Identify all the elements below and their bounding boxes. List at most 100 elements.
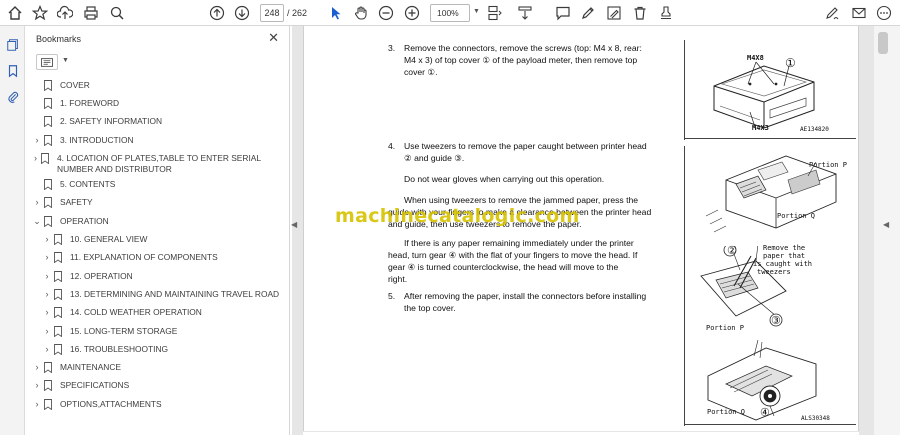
bookmark-item[interactable]: ⌄ OPERATION bbox=[32, 216, 282, 227]
email-icon[interactable] bbox=[849, 3, 869, 23]
bookmark-item[interactable]: › 12. OPERATION bbox=[42, 271, 282, 282]
fig4-callout-4: ④ bbox=[760, 406, 770, 419]
pen-icon[interactable] bbox=[578, 3, 598, 23]
bookmark-label: 5. CONTENTS bbox=[60, 179, 116, 189]
bookmark-flag-icon bbox=[44, 116, 52, 127]
bookmark-label: 15. LONG-TERM STORAGE bbox=[70, 326, 178, 336]
page-down-icon[interactable] bbox=[232, 3, 252, 23]
figure-border bbox=[684, 424, 856, 425]
fig3-note-line: paper that bbox=[763, 252, 806, 260]
chevron-down-icon[interactable]: ⌄ bbox=[32, 216, 42, 227]
fig4-portion-q-label: Portion Q bbox=[707, 408, 745, 416]
bookmark-label: 16. TROUBLESHOOTING bbox=[70, 344, 169, 354]
trash-icon[interactable] bbox=[630, 3, 650, 23]
scrollbar-thumb[interactable] bbox=[878, 32, 888, 54]
comment-icon[interactable] bbox=[553, 3, 573, 23]
step3-text-line: Remove the connectors, remove the screws… bbox=[404, 43, 642, 53]
chevron-right-icon[interactable]: › bbox=[42, 289, 52, 300]
bookmark-flag-icon bbox=[44, 135, 52, 146]
collapse-panel-icon[interactable]: ◀ bbox=[291, 220, 297, 229]
bookmark-label: 3. INTRODUCTION bbox=[60, 135, 134, 145]
page-layout-icon[interactable] bbox=[484, 3, 504, 23]
bookmark-item[interactable]: › 3. INTRODUCTION bbox=[32, 135, 282, 146]
bookmark-label: 13. DETERMINING AND MAINTAINING TRAVEL R… bbox=[70, 289, 280, 299]
bookmark-item[interactable]: › 14. COLD WEATHER OPERATION bbox=[42, 307, 282, 318]
attachment-icon[interactable] bbox=[4, 88, 21, 105]
bookmarks-panel: Bookmarks ✕ ▼ COVER 1. FOREWORD 2. SAFETY … bbox=[26, 26, 290, 435]
chevron-right-icon[interactable]: › bbox=[32, 153, 39, 164]
stamp-icon[interactable] bbox=[656, 3, 676, 23]
bookmark-item[interactable]: › 11. EXPLANATION OF COMPONENTS bbox=[42, 252, 282, 263]
step3-text-line: cover ①. bbox=[404, 67, 438, 77]
zoom-out-icon[interactable] bbox=[376, 3, 396, 23]
zoom-in-icon[interactable] bbox=[402, 3, 422, 23]
fig3-note-line: is caught with bbox=[753, 260, 813, 268]
fig1-code: AE134820 bbox=[800, 126, 829, 133]
scroll-mode-icon[interactable] bbox=[515, 3, 535, 23]
hand-tool-icon[interactable] bbox=[351, 3, 371, 23]
paragraph-line: If there is any paper remaining immediat… bbox=[404, 238, 634, 248]
zoom-level-select[interactable]: 100% bbox=[430, 4, 470, 22]
chevron-right-icon[interactable]: › bbox=[42, 252, 52, 263]
bookmark-item[interactable]: 5. CONTENTS bbox=[32, 179, 282, 190]
step-number: 3. bbox=[388, 43, 396, 53]
paragraph-line: head, turn gear ④ with the flat of your … bbox=[388, 250, 638, 260]
bookmark-label: 11. EXPLANATION OF COMPONENTS bbox=[70, 252, 218, 262]
chevron-right-icon[interactable]: › bbox=[32, 135, 42, 146]
chevron-down-icon[interactable]: ▼ bbox=[473, 8, 480, 15]
bookmark-item[interactable]: › 16. TROUBLESHOOTING bbox=[42, 344, 282, 355]
close-icon[interactable]: ✕ bbox=[268, 30, 279, 46]
bookmark-item[interactable]: › 4. LOCATION OF PLATES,TABLE TO ENTER SE… bbox=[32, 153, 282, 175]
bookmark-label: SAFETY bbox=[60, 197, 93, 207]
chevron-right-icon[interactable]: › bbox=[32, 399, 42, 410]
chevron-right-icon[interactable]: › bbox=[32, 197, 42, 208]
chevron-right-icon[interactable]: › bbox=[42, 326, 52, 337]
bookmark-flag-icon bbox=[54, 271, 62, 282]
chevron-right-icon[interactable]: › bbox=[42, 271, 52, 282]
select-cursor-icon[interactable] bbox=[326, 3, 346, 23]
figure-border bbox=[684, 146, 685, 426]
chevron-down-icon[interactable]: ▼ bbox=[62, 57, 69, 64]
bookmark-flag-icon bbox=[44, 98, 52, 109]
vertical-scrollbar[interactable] bbox=[874, 26, 900, 435]
bookmark-item[interactable]: 2. SAFETY INFORMATION bbox=[32, 116, 282, 127]
bookmark-item[interactable]: › MAINTENANCE bbox=[32, 362, 282, 373]
highlight-icon[interactable] bbox=[604, 3, 624, 23]
print-icon[interactable] bbox=[81, 3, 101, 23]
step-number: 4. bbox=[388, 141, 396, 151]
chevron-right-icon[interactable]: › bbox=[32, 362, 42, 373]
bookmark-item[interactable]: › 13. DETERMINING AND MAINTAINING TRAVEL … bbox=[42, 289, 282, 300]
bookmark-label: 14. COLD WEATHER OPERATION bbox=[70, 307, 202, 317]
bookmark-item[interactable]: › SPECIFICATIONS bbox=[32, 380, 282, 391]
more-options-icon[interactable] bbox=[874, 3, 894, 23]
page-number-input[interactable]: 248 bbox=[260, 4, 284, 22]
bookmark-item[interactable]: › 10. GENERAL VIEW bbox=[42, 234, 282, 245]
main-toolbar: 248 / 262 100% ▼ bbox=[0, 0, 900, 26]
page-thumbnails-icon[interactable] bbox=[4, 36, 21, 53]
edit-sign-icon[interactable] bbox=[823, 3, 843, 23]
bookmark-item[interactable]: › 15. LONG-TERM STORAGE bbox=[42, 326, 282, 337]
bookmarks-icon[interactable] bbox=[4, 62, 21, 79]
chevron-right-icon[interactable]: › bbox=[42, 344, 52, 355]
page-up-icon[interactable] bbox=[207, 3, 227, 23]
bookmark-flag-icon bbox=[54, 344, 62, 355]
bookmark-item[interactable]: 1. FOREWORD bbox=[32, 98, 282, 109]
bookmark-item[interactable]: COVER bbox=[32, 80, 282, 91]
bookmark-item[interactable]: › SAFETY bbox=[32, 197, 282, 208]
chevron-right-icon[interactable]: › bbox=[42, 307, 52, 318]
fig3-note-line: Remove the bbox=[763, 244, 806, 252]
navigation-rail bbox=[0, 26, 25, 435]
home-icon[interactable] bbox=[5, 3, 25, 23]
bookmark-flag-icon bbox=[54, 252, 62, 263]
cloud-upload-icon[interactable] bbox=[55, 3, 75, 23]
chevron-right-icon[interactable]: › bbox=[32, 380, 42, 391]
bookmark-options-button[interactable] bbox=[36, 54, 58, 70]
document-page: 3. Remove the connectors, remove the scr… bbox=[303, 26, 859, 431]
zoom-search-icon[interactable] bbox=[107, 3, 127, 23]
step5-text-line: the top cover. bbox=[404, 303, 456, 313]
expand-right-panel-icon[interactable]: ◀ bbox=[883, 220, 889, 229]
chevron-right-icon[interactable]: › bbox=[42, 234, 52, 245]
star-icon[interactable] bbox=[30, 3, 50, 23]
bookmark-item[interactable]: › OPTIONS,ATTACHMENTS bbox=[32, 399, 282, 410]
bookmark-flag-icon bbox=[41, 153, 49, 164]
